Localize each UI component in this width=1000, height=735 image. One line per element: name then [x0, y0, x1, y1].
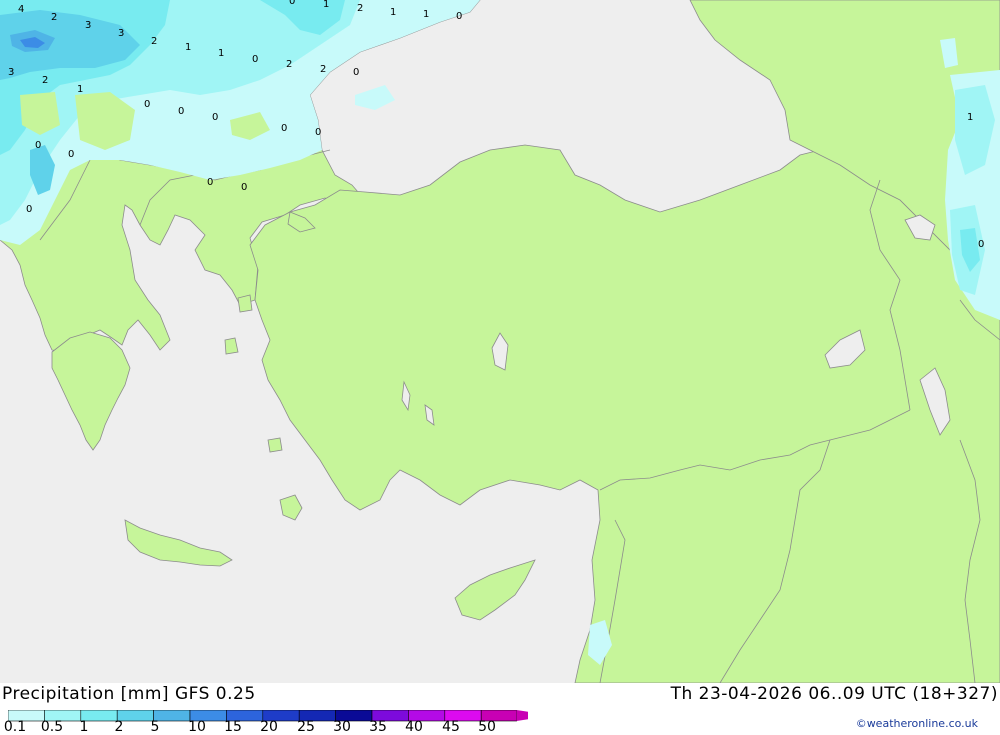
value-label: 0 [241, 182, 247, 193]
value-label: 2 [320, 64, 326, 75]
value-label: 2 [151, 36, 157, 47]
value-label: 1 [967, 112, 973, 123]
value-label: 0 [68, 149, 74, 160]
value-label: 3 [85, 20, 91, 31]
value-label: 0 [207, 177, 213, 188]
value-label: 0 [178, 106, 184, 117]
value-label: 0 [26, 204, 32, 215]
value-label: 0 [978, 239, 984, 250]
footer: Precipitation [mm] GFS 0.25 Th 23-04-202… [0, 683, 1000, 735]
chart-title: Precipitation [mm] GFS 0.25 [2, 684, 256, 704]
value-label: 2 [51, 12, 57, 23]
value-label: 3 [118, 28, 124, 39]
value-label: 1 [423, 9, 429, 20]
value-label: 0 [212, 112, 218, 123]
credit-link[interactable]: ©weatheronline.co.uk [856, 717, 978, 730]
valid-time: Th 23-04-2026 06..09 UTC (18+327) [670, 684, 998, 704]
value-label: 2 [357, 3, 363, 14]
value-label: 1 [323, 0, 329, 10]
value-label: 0 [456, 11, 462, 22]
value-label: 0 [144, 99, 150, 110]
value-label: 0 [353, 67, 359, 78]
value-label: 0 [252, 54, 258, 65]
value-label: 3 [8, 67, 14, 78]
value-label: 1 [218, 48, 224, 59]
value-label: 1 [77, 84, 83, 95]
value-label: 1 [390, 7, 396, 18]
value-label: 0 [289, 0, 295, 7]
value-label: 0 [35, 140, 41, 151]
value-label: 0 [315, 127, 321, 138]
precipitation-map: 4 2 3 3 2 1 1 0 2 2 0 3 2 1 0 0 0 0 0 0 … [0, 0, 1000, 683]
value-label: 4 [18, 4, 24, 15]
value-label: 2 [42, 75, 48, 86]
value-label: 0 [281, 123, 287, 134]
value-label: 1 [185, 42, 191, 53]
value-label: 2 [286, 59, 292, 70]
